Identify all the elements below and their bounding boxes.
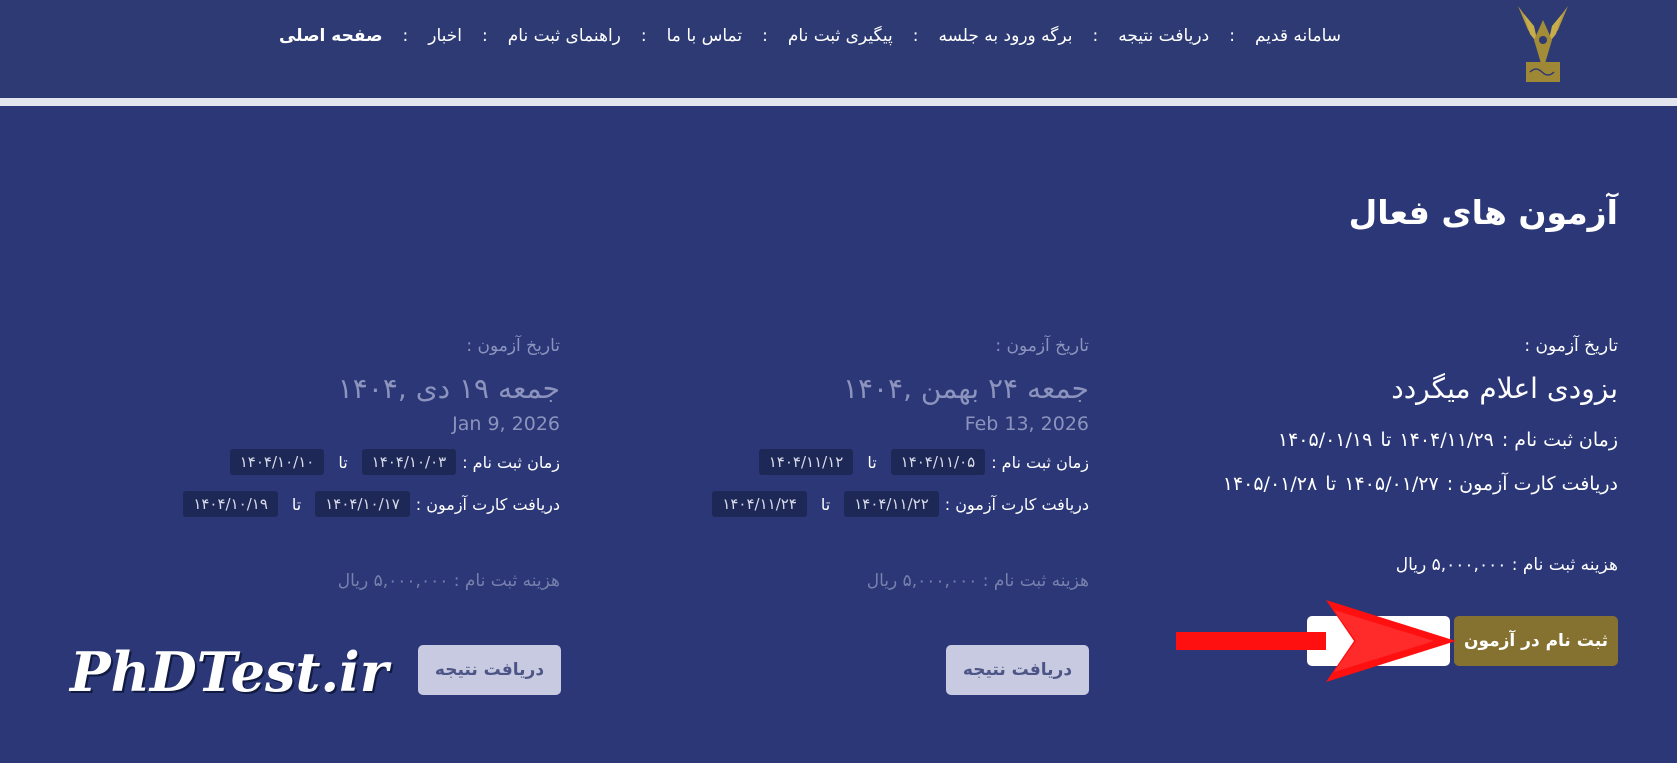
card-to: ۱۴۰۴/۱۰/۱۹: [183, 491, 278, 517]
card-from: ۱۴۰۵/۰۱/۲۷: [1344, 473, 1439, 495]
to-label: تا: [1380, 429, 1392, 451]
card-period: دریافت کارت آزمون : ۱۴۰۴/۱۰/۱۷ تا ۱۴۰۴/۱…: [40, 489, 560, 519]
card-to: ۱۴۰۴/۱۱/۲۴: [712, 491, 807, 517]
card-period: دریافت کارت آزمون : ۱۴۰۴/۱۱/۲۲ تا ۱۴۰۴/۱…: [569, 489, 1089, 519]
registration-period: زمان ثبت نام : ۱۴۰۴/۱۱/۲۹ تا ۱۴۰۵/۰۱/۱۹: [1098, 425, 1618, 455]
registration-to: ۱۴۰۴/۱۰/۱۰: [229, 449, 325, 475]
nav-home[interactable]: صفحه اصلی: [279, 26, 383, 46]
registration-label: زمان ثبت نام :: [1501, 429, 1618, 451]
exam-card: تاریخ آزمون : جمعه ۲۴ بهمن ,۱۴۰۴ Feb 13,…: [569, 336, 1089, 591]
nav-separator: :: [762, 26, 768, 46]
red-arrow-icon: [1176, 600, 1456, 682]
exam-date: جمعه ۲۴ بهمن ,۱۴۰۴: [842, 372, 1089, 405]
get-result-button[interactable]: دریافت نتیجه: [946, 645, 1089, 695]
to-label: تا: [338, 452, 348, 472]
nav-separator: :: [402, 26, 409, 46]
nav-old-system[interactable]: سامانه قدیم: [1255, 26, 1341, 46]
registration-label: زمان ثبت نام :: [991, 452, 1089, 472]
to-label: تا: [867, 452, 877, 472]
registration-fee: هزینه ثبت نام : ۵,۰۰۰,۰۰۰ ریال: [337, 571, 560, 591]
nav-admission-card[interactable]: برگه ورود به جلسه: [938, 26, 1072, 46]
registration-from: ۱۴۰۴/۱۱/۰۵: [890, 449, 986, 475]
registration-from: ۱۴۰۴/۱۰/۰۳: [361, 449, 457, 475]
card-label: دریافت کارت آزمون :: [944, 494, 1089, 514]
card-to: ۱۴۰۵/۰۱/۲۸: [1222, 473, 1318, 495]
exam-date-label: تاریخ آزمون :: [1524, 336, 1618, 356]
nav-separator: :: [912, 26, 919, 46]
nav-get-result[interactable]: دریافت نتیجه: [1118, 26, 1209, 46]
get-result-button[interactable]: دریافت نتیجه: [418, 645, 561, 695]
exam-date-en: Jan 9, 2026: [452, 413, 560, 435]
card-period: دریافت کارت آزمون : ۱۴۰۵/۰۱/۲۷ تا ۱۴۰۵/۰…: [1098, 469, 1618, 499]
exam-date-en: Feb 13, 2026: [964, 413, 1089, 435]
registration-fee: هزینه ثبت نام : ۵,۰۰۰,۰۰۰ ریال: [866, 571, 1089, 591]
nav-separator: :: [482, 26, 488, 46]
register-exam-button[interactable]: ثبت نام در آزمون: [1454, 616, 1618, 666]
to-label: تا: [291, 494, 302, 514]
to-label: تا: [820, 494, 831, 514]
nav-registration-guide[interactable]: راهنمای ثبت نام: [508, 26, 621, 46]
card-label: دریافت کارت آزمون :: [415, 494, 560, 514]
nav-news[interactable]: اخبار: [428, 26, 462, 46]
registration-period: زمان ثبت نام : ۱۴۰۴/۱۰/۰۳ تا ۱۴۰۴/۱۰/۱۰: [40, 447, 560, 477]
watermark-logo: PhDTest.ir: [70, 640, 389, 704]
main-nav: صفحه اصلی : اخبار : راهنمای ثبت نام : تم…: [279, 26, 1341, 46]
nav-separator: :: [640, 26, 647, 46]
nav-track-registration[interactable]: پیگیری ثبت نام: [788, 26, 893, 46]
card-from: ۱۴۰۴/۱۱/۲۲: [844, 491, 939, 517]
navbar-divider: [0, 98, 1677, 106]
registration-from: ۱۴۰۴/۱۱/۲۹: [1399, 429, 1494, 451]
exam-date: بزودی اعلام میگردد: [1391, 372, 1618, 405]
nav-separator: :: [1092, 26, 1099, 46]
registration-period: زمان ثبت نام : ۱۴۰۴/۱۱/۰۵ تا ۱۴۰۴/۱۱/۱۲: [569, 447, 1089, 477]
registration-to: ۱۴۰۴/۱۱/۱۲: [758, 449, 854, 475]
university-emblem-icon[interactable]: [1514, 0, 1572, 86]
top-navbar: [0, 0, 1677, 98]
card-label: دریافت کارت آزمون :: [1446, 473, 1618, 495]
section-title: آزمون های فعال: [1348, 193, 1618, 232]
exam-card-active: تاریخ آزمون : بزودی اعلام میگردد زمان ثب…: [1098, 336, 1618, 575]
nav-separator: :: [1229, 26, 1235, 46]
exam-card: تاریخ آزمون : جمعه ۱۹ دی ,۱۴۰۴ Jan 9, 20…: [40, 336, 560, 591]
registration-label: زمان ثبت نام :: [462, 452, 560, 472]
registration-fee: هزینه ثبت نام : ۵,۰۰۰,۰۰۰ ریال: [1395, 555, 1618, 575]
registration-to: ۱۴۰۵/۰۱/۱۹: [1277, 429, 1373, 451]
exam-date-label: تاریخ آزمون :: [466, 336, 560, 356]
card-from: ۱۴۰۴/۱۰/۱۷: [315, 491, 410, 517]
exam-date: جمعه ۱۹ دی ,۱۴۰۴: [337, 372, 560, 405]
nav-contact[interactable]: تماس با ما: [667, 26, 743, 46]
to-label: تا: [1325, 473, 1337, 495]
exam-date-label: تاریخ آزمون :: [995, 336, 1089, 356]
